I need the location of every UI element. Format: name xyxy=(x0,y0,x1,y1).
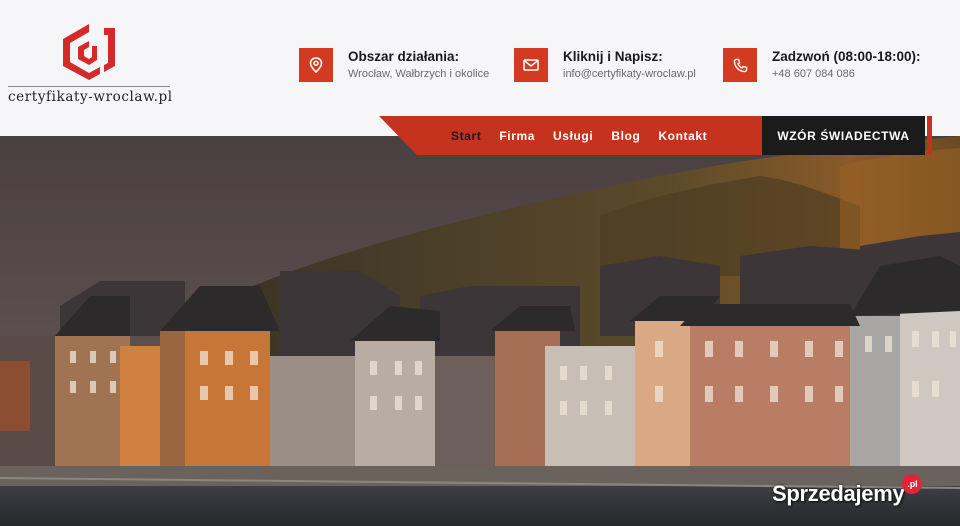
contact-area-title: Obszar działania: xyxy=(348,49,460,64)
contact-email-value[interactable]: info@certyfikaty-wroclaw.pl xyxy=(563,68,696,80)
map-pin-icon xyxy=(299,48,333,82)
nav-item-uslugi[interactable]: Usługi xyxy=(553,129,593,143)
contact-phone-title: Zadzwoń (08:00-18:00): xyxy=(772,49,921,64)
certificate-sample-button[interactable]: WZÓR ŚWIADECTWA xyxy=(762,116,925,155)
logo-text: certyfikaty-wroclaw.pl xyxy=(8,89,173,105)
contact-area: Obszar działania: Wrocław, Wałbrzych i o… xyxy=(299,48,499,84)
hero-image xyxy=(0,136,960,526)
contact-phone[interactable]: Zadzwoń (08:00-18:00): +48 607 084 086 xyxy=(723,48,953,84)
site-logo[interactable]: certyfikaty-wroclaw.pl xyxy=(8,22,172,106)
contact-email[interactable]: Kliknij i Napisz: info@certyfikaty-wrocl… xyxy=(514,48,714,84)
sprzedajemy-watermark: Sprzedajemy .pl xyxy=(772,474,923,512)
phone-icon xyxy=(723,48,757,82)
watermark-text: Sprzedajemy xyxy=(772,481,905,506)
nav-item-start[interactable]: Start xyxy=(451,129,481,143)
envelope-icon xyxy=(514,48,548,82)
hero-photo xyxy=(0,136,960,526)
nav-item-firma[interactable]: Firma xyxy=(499,129,535,143)
main-nav: Start Firma Usługi Blog Kontakt xyxy=(379,116,765,155)
nav-item-blog[interactable]: Blog xyxy=(611,129,640,143)
contact-area-value: Wrocław, Wałbrzych i okolice xyxy=(348,68,490,80)
logo-divider xyxy=(8,86,170,87)
contact-phone-value[interactable]: +48 607 084 086 xyxy=(772,68,855,80)
contact-email-title: Kliknij i Napisz: xyxy=(563,49,663,64)
nav-item-kontakt[interactable]: Kontakt xyxy=(658,129,707,143)
cta-accent-bar xyxy=(927,116,932,155)
watermark-badge: .pl xyxy=(902,474,923,494)
logo-mark-icon xyxy=(63,24,115,80)
